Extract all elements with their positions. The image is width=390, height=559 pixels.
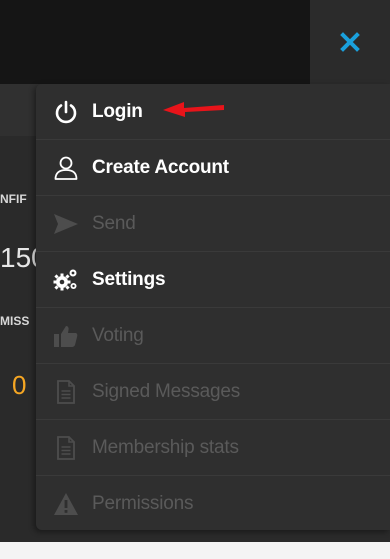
menu-item-label: Membership stats [92,436,239,458]
menu-item-login[interactable]: Login [36,84,390,140]
menu-item-label: Voting [92,324,144,346]
gears-icon [50,266,82,294]
menu-item-membership-stats: Membership stats [36,420,390,476]
menu-item-send: Send [36,196,390,252]
user-icon [50,154,82,182]
backdrop-label-1: NFIF [0,192,27,206]
warning-icon [50,490,82,518]
power-icon [50,98,82,126]
page-bottom [0,542,390,559]
close-icon [340,32,360,52]
menu-item-permissions: Permissions [36,476,390,532]
screen: NFIF 150 MISS 0 Login [0,0,390,559]
menu-item-label: Signed Messages [92,380,241,402]
menu-item-settings[interactable]: Settings [36,252,390,308]
menu-item-label: Create Account [92,156,229,178]
backdrop-label-2: MISS [0,314,30,328]
menu-item-label: Send [92,212,136,234]
backdrop-value-2: 0 [12,370,27,400]
thumbs-up-icon [50,322,82,350]
send-icon [50,210,82,238]
close-menu-button[interactable] [310,0,390,84]
document-icon [50,378,82,406]
menu-item-signed-messages: Signed Messages [36,364,390,420]
red-arrow-icon [163,102,224,117]
document-icon [50,434,82,462]
menu-item-label: Login [92,100,143,122]
menu-item-label: Permissions [92,493,194,514]
menu-item-voting: Voting [36,308,390,364]
backdrop-value-1: 150 [0,242,38,273]
dropdown-menu: Login Create Account Send Settings Votin… [36,84,390,530]
menu-item-create-account[interactable]: Create Account [36,140,390,196]
menu-item-label: Settings [92,268,166,290]
app-header [0,0,310,84]
